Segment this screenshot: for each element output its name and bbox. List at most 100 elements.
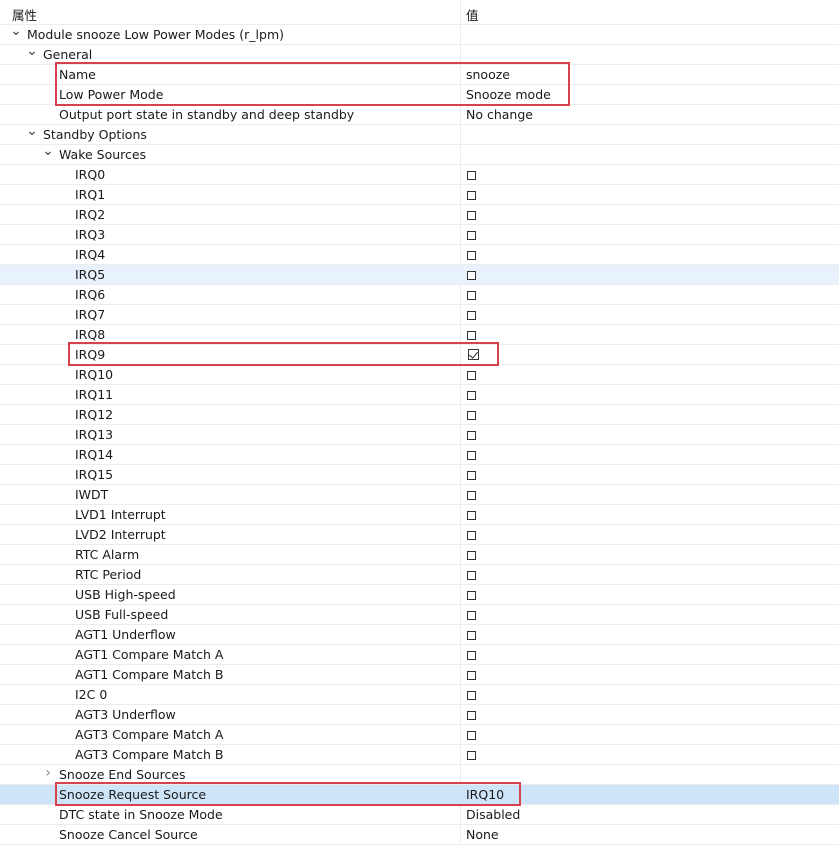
row-label: IWDT [75, 487, 109, 502]
row-label: IRQ6 [75, 287, 106, 302]
checkbox-icon[interactable] [467, 671, 476, 680]
row-label: RTC Period [75, 567, 142, 582]
row-value[interactable]: None [466, 827, 499, 842]
chevron-down-icon[interactable]: ⌄ [42, 143, 54, 159]
property-column-header[interactable]: 属性 [12, 5, 37, 24]
row-label: Wake Sources [59, 147, 147, 162]
module-node[interactable]: ⌄ Module snooze Low Power Modes (r_lpm) [0, 23, 839, 45]
agt3-compare-match-a-row[interactable]: AGT3 Compare Match A [0, 725, 839, 745]
row-label: IRQ4 [75, 247, 106, 262]
low-power-mode-property[interactable]: Low Power Mode Snooze mode [0, 85, 839, 105]
irq9-row[interactable]: IRQ9 [0, 345, 839, 365]
checkbox-icon[interactable] [467, 731, 476, 740]
iwdt-row[interactable]: IWDT [0, 485, 839, 505]
checkbox-icon[interactable] [467, 531, 476, 540]
row-label: Standby Options [43, 127, 147, 142]
standby-options-node[interactable]: ⌄ Standby Options [0, 123, 839, 145]
row-label: Snooze End Sources [59, 767, 186, 782]
wake-sources-node[interactable]: ⌄ Wake Sources [0, 143, 839, 165]
agt1-underflow-row[interactable]: AGT1 Underflow [0, 625, 839, 645]
lvd2-interrupt-row[interactable]: LVD2 Interrupt [0, 525, 839, 545]
snooze-end-sources-node[interactable]: › Snooze End Sources [0, 765, 839, 785]
usb-full-speed-row[interactable]: USB Full-speed [0, 605, 839, 625]
name-property[interactable]: Name snooze [0, 65, 839, 85]
irq4-row[interactable]: IRQ4 [0, 245, 839, 265]
checkbox-icon[interactable] [467, 431, 476, 440]
checkbox-icon[interactable] [467, 611, 476, 620]
chevron-down-icon[interactable]: ⌄ [26, 43, 38, 59]
irq5-row[interactable]: IRQ5 [0, 265, 839, 285]
chevron-down-icon[interactable]: ⌄ [10, 23, 22, 39]
row-value[interactable]: No change [466, 107, 533, 122]
checkbox-icon[interactable] [467, 651, 476, 660]
snooze-cancel-source-property[interactable]: Snooze Cancel Source None [0, 825, 839, 845]
checkbox-icon[interactable] [467, 511, 476, 520]
row-label: IRQ11 [75, 387, 114, 402]
checkbox-icon[interactable] [467, 311, 476, 320]
checkbox-icon[interactable] [467, 191, 476, 200]
checkbox-icon[interactable] [467, 331, 476, 340]
checkbox-icon[interactable] [467, 631, 476, 640]
row-value[interactable]: Disabled [466, 807, 520, 822]
checkbox-icon[interactable] [467, 491, 476, 500]
irq11-row[interactable]: IRQ11 [0, 385, 839, 405]
row-label: IRQ3 [75, 227, 106, 242]
usb-high-speed-row[interactable]: USB High-speed [0, 585, 839, 605]
checkbox-icon[interactable] [467, 711, 476, 720]
row-label: LVD1 Interrupt [75, 507, 166, 522]
chevron-right-icon[interactable]: › [42, 765, 54, 781]
checkbox-icon[interactable] [467, 451, 476, 460]
irq10-row[interactable]: IRQ10 [0, 365, 839, 385]
irq6-row[interactable]: IRQ6 [0, 285, 839, 305]
row-label: Output port state in standby and deep st… [59, 107, 355, 122]
row-label: Module snooze Low Power Modes (r_lpm) [27, 27, 285, 42]
irq8-row[interactable]: IRQ8 [0, 325, 839, 345]
checkbox-icon[interactable] [467, 411, 476, 420]
row-label: IRQ7 [75, 307, 106, 322]
checkbox-icon[interactable] [467, 751, 476, 760]
rtc-period-row[interactable]: RTC Period [0, 565, 839, 585]
irq15-row[interactable]: IRQ15 [0, 465, 839, 485]
general-node[interactable]: ⌄ General [0, 43, 839, 65]
row-value[interactable]: Snooze mode [466, 87, 551, 102]
irq3-row[interactable]: IRQ3 [0, 225, 839, 245]
agt3-underflow-row[interactable]: AGT3 Underflow [0, 705, 839, 725]
irq12-row[interactable]: IRQ12 [0, 405, 839, 425]
agt3-compare-match-b-row[interactable]: AGT3 Compare Match B [0, 745, 839, 765]
row-value[interactable]: snooze [466, 67, 510, 82]
checkbox-checked-icon[interactable] [468, 349, 479, 360]
i2c0-row[interactable]: I2C 0 [0, 685, 839, 705]
checkbox-icon[interactable] [467, 231, 476, 240]
row-label: AGT1 Compare Match A [75, 647, 224, 662]
irq13-row[interactable]: IRQ13 [0, 425, 839, 445]
irq1-row[interactable]: IRQ1 [0, 185, 839, 205]
chevron-down-icon[interactable]: ⌄ [26, 123, 38, 139]
lvd1-interrupt-row[interactable]: LVD1 Interrupt [0, 505, 839, 525]
row-value[interactable]: IRQ10 [466, 787, 504, 802]
irq14-row[interactable]: IRQ14 [0, 445, 839, 465]
checkbox-icon[interactable] [467, 691, 476, 700]
rtc-alarm-row[interactable]: RTC Alarm [0, 545, 839, 565]
checkbox-icon[interactable] [467, 211, 476, 220]
row-label: AGT1 Compare Match B [75, 667, 224, 682]
checkbox-icon[interactable] [467, 251, 476, 260]
checkbox-icon[interactable] [467, 271, 476, 280]
checkbox-icon[interactable] [467, 291, 476, 300]
dtc-state-property[interactable]: DTC state in Snooze Mode Disabled [0, 805, 839, 825]
checkbox-icon[interactable] [467, 591, 476, 600]
output-port-state-property[interactable]: Output port state in standby and deep st… [0, 105, 839, 125]
checkbox-icon[interactable] [467, 371, 476, 380]
checkbox-icon[interactable] [467, 471, 476, 480]
agt1-compare-match-a-row[interactable]: AGT1 Compare Match A [0, 645, 839, 665]
checkbox-icon[interactable] [467, 551, 476, 560]
row-label: General [43, 47, 93, 62]
irq0-row[interactable]: IRQ0 [0, 165, 839, 185]
checkbox-icon[interactable] [467, 571, 476, 580]
checkbox-icon[interactable] [467, 171, 476, 180]
value-column-header[interactable]: 值 [466, 5, 479, 24]
snooze-request-source-property[interactable]: Snooze Request Source IRQ10 [0, 785, 839, 805]
irq2-row[interactable]: IRQ2 [0, 205, 839, 225]
checkbox-icon[interactable] [467, 391, 476, 400]
irq7-row[interactable]: IRQ7 [0, 305, 839, 325]
agt1-compare-match-b-row[interactable]: AGT1 Compare Match B [0, 665, 839, 685]
